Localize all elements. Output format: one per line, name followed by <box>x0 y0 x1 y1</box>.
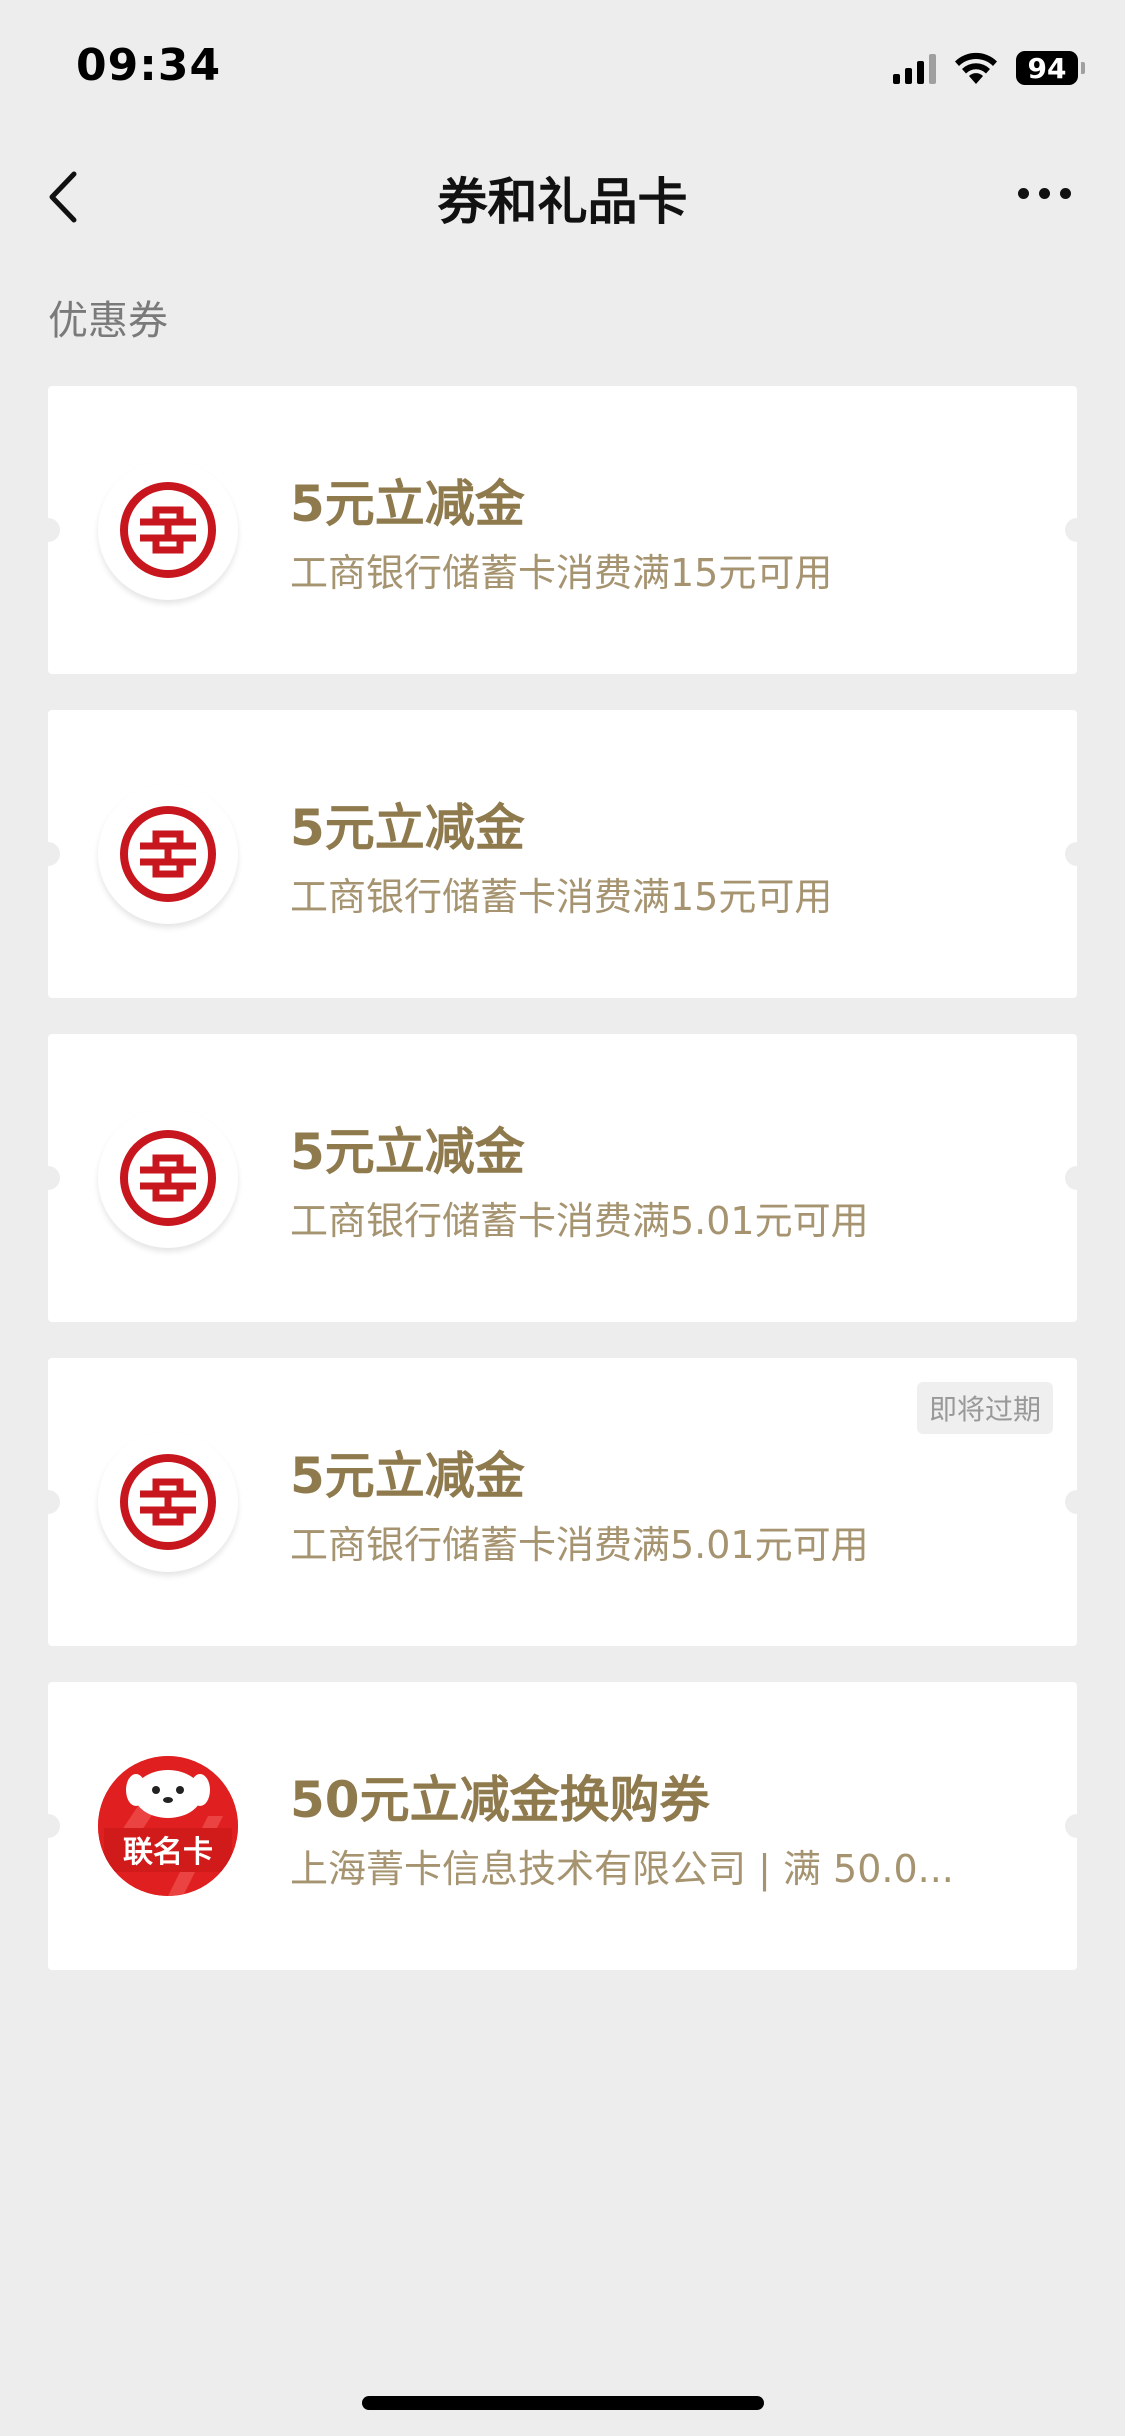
coupon-list: 5元立减金 工商银行储蓄卡消费满15元可用 5元立减金 工商银行储蓄卡消费满15… <box>36 386 1089 2006</box>
ticket-notch <box>1065 1814 1089 1838</box>
icbc-logo-icon <box>98 1432 238 1572</box>
ticket-notch <box>1065 842 1089 866</box>
joint-card-logo-text: 联名卡 <box>123 1835 213 1870</box>
icbc-logo-icon <box>98 784 238 924</box>
more-options-icon[interactable] <box>1018 188 1071 199</box>
coupon-card[interactable]: 5元立减金 工商银行储蓄卡消费满15元可用 <box>36 710 1089 998</box>
coupon-description: 工商银行储蓄卡消费满15元可用 <box>290 551 833 595</box>
coupon-card[interactable]: 联名卡 50元立减金换购券 上海菁卡信息技术有限公司 | 满 50.0... <box>36 1682 1089 1970</box>
coupon-title: 5元立减金 <box>290 799 525 857</box>
ticket-notch <box>36 1166 60 1190</box>
coupon-description: 上海菁卡信息技术有限公司 | 满 50.0... <box>290 1847 954 1891</box>
ticket-notch <box>36 1814 60 1838</box>
status-bar: 09:34 94 <box>0 0 1125 132</box>
coupon-description: 工商银行储蓄卡消费满5.01元可用 <box>290 1523 869 1567</box>
home-indicator[interactable] <box>362 2396 764 2410</box>
joint-card-logo-icon: 联名卡 <box>98 1756 238 1896</box>
ticket-notch <box>1065 518 1089 542</box>
battery-level: 94 <box>1016 51 1078 85</box>
icbc-logo-icon <box>98 1108 238 1248</box>
navigation-bar: 券和礼品卡 <box>0 132 1125 262</box>
cellular-signal-icon <box>893 52 936 84</box>
coupon-card[interactable]: 5元立减金 工商银行储蓄卡消费满5.01元可用 <box>36 1034 1089 1322</box>
ticket-notch <box>36 518 60 542</box>
coupon-title: 5元立减金 <box>290 1447 525 1505</box>
coupon-description: 工商银行储蓄卡消费满15元可用 <box>290 875 833 919</box>
ticket-notch <box>1065 1490 1089 1514</box>
coupon-title: 50元立减金换购券 <box>290 1771 710 1829</box>
coupon-description: 工商银行储蓄卡消费满5.01元可用 <box>290 1199 869 1243</box>
ticket-notch <box>36 842 60 866</box>
icbc-logo-icon <box>98 460 238 600</box>
coupon-card[interactable]: 即将过期 5元立减金 工商银行储蓄卡消费满5.01元可用 <box>36 1358 1089 1646</box>
coupon-title: 5元立减金 <box>290 1123 525 1181</box>
expiring-soon-badge: 即将过期 <box>916 1382 1053 1434</box>
battery-icon: 94 <box>1016 51 1085 85</box>
section-title-coupons: 优惠券 <box>48 298 168 344</box>
wifi-icon <box>955 52 997 84</box>
page-title: 券和礼品卡 <box>437 173 688 231</box>
coupon-card[interactable]: 5元立减金 工商银行储蓄卡消费满15元可用 <box>36 386 1089 674</box>
status-icons: 94 <box>893 46 1085 90</box>
status-time: 09:34 <box>76 40 222 91</box>
coupon-title: 5元立减金 <box>290 475 525 533</box>
ticket-notch <box>36 1490 60 1514</box>
ticket-notch <box>1065 1166 1089 1190</box>
